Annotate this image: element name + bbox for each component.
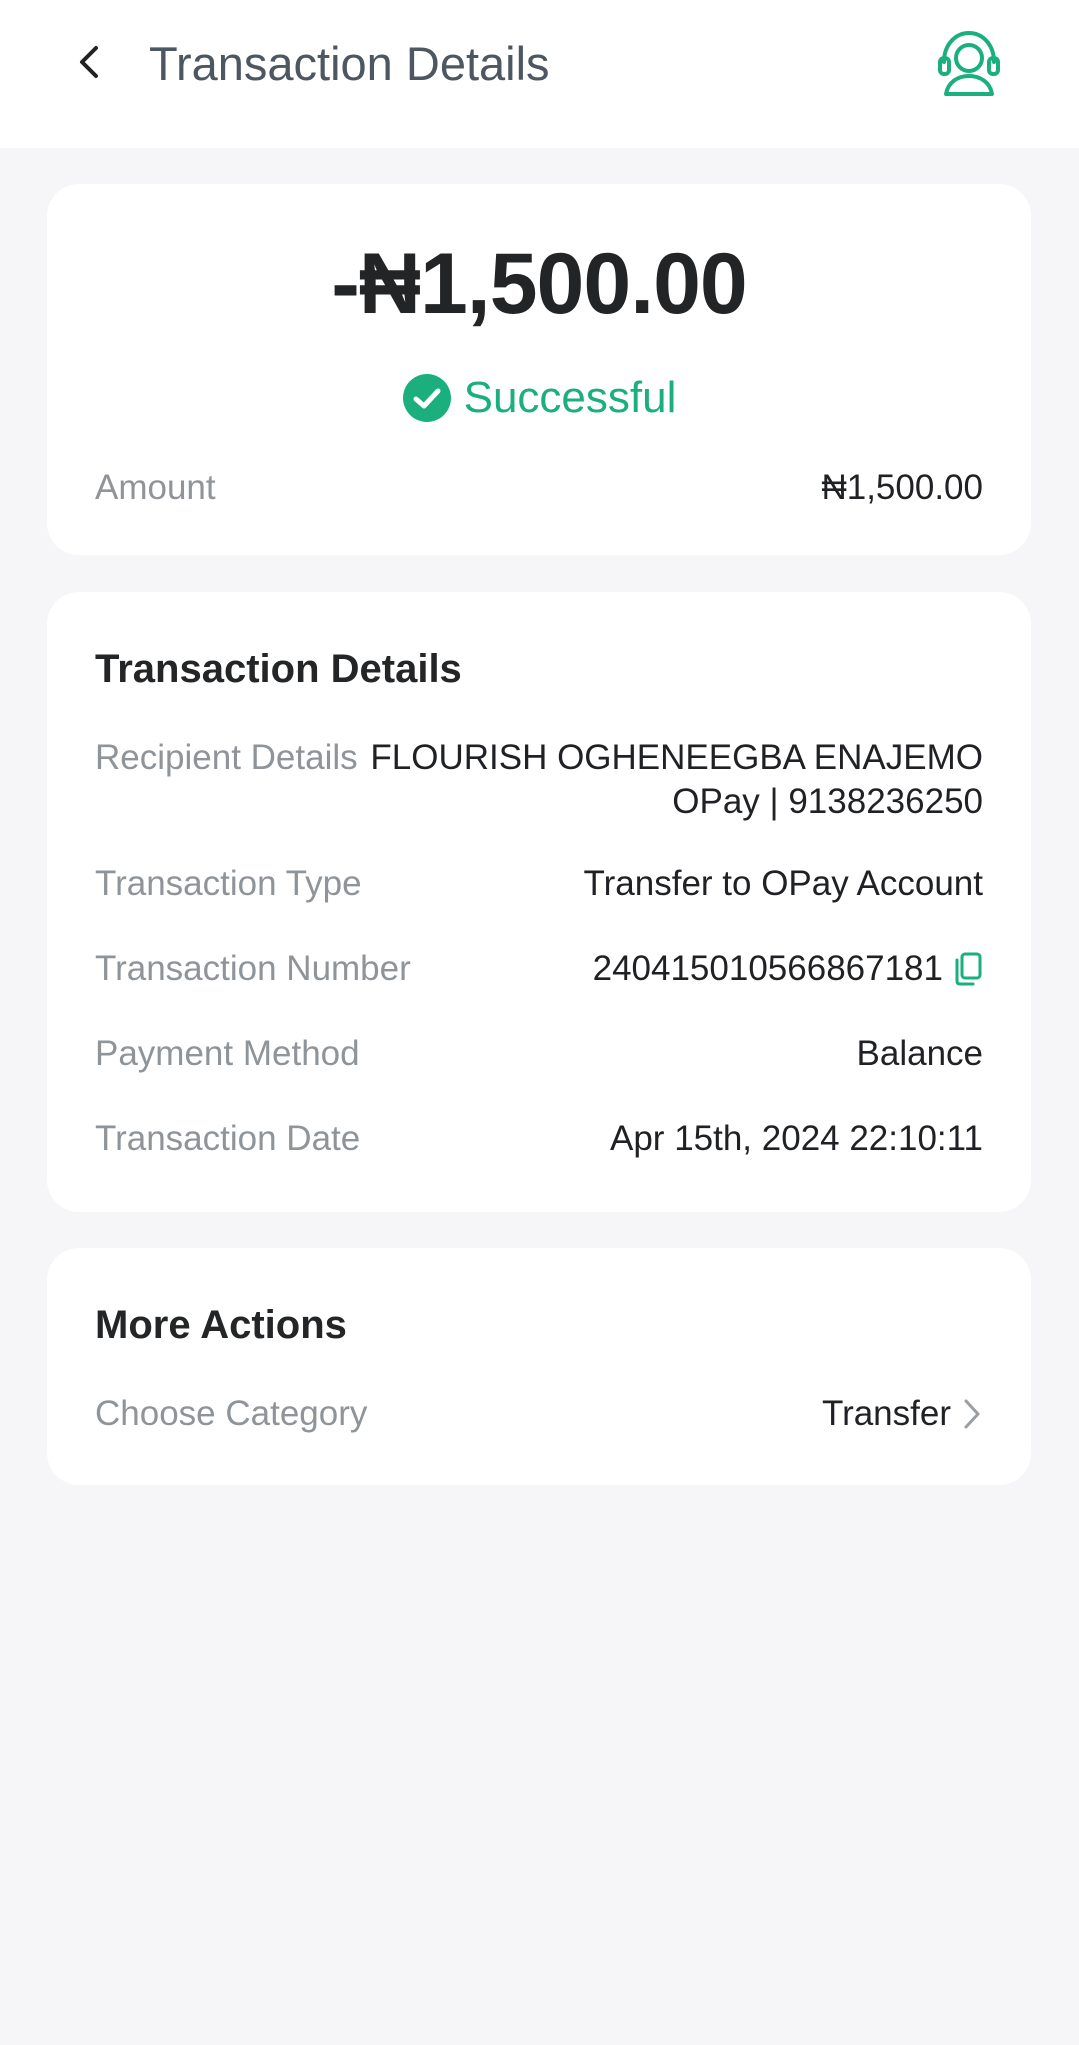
details-card: Transaction Details Recipient Details FL… (47, 592, 1031, 1212)
check-circle-icon (402, 374, 451, 422)
page-title: Transaction Details (149, 37, 550, 90)
recipient-label: Recipient Details (95, 738, 358, 777)
number-label: Transaction Number (95, 949, 411, 988)
copy-icon[interactable] (953, 952, 983, 986)
summary-card: -₦1,500.00 Successful Amount ₦1,500.00 (47, 184, 1031, 555)
transaction-amount: -₦1,500.00 (331, 236, 748, 332)
method-value: Balance (856, 1034, 983, 1073)
amount-value: ₦1,500.00 (821, 468, 983, 507)
amount-row: Amount ₦1,500.00 (95, 466, 983, 510)
amount-label: Amount (95, 468, 216, 507)
type-label: Transaction Type (95, 864, 362, 903)
date-value: Apr 15th, 2024 22:10:11 (610, 1119, 983, 1158)
category-label: Choose Category (95, 1394, 368, 1433)
recipient-account: OPay | 9138236250 (672, 782, 983, 821)
status-row: Successful (47, 370, 1031, 426)
method-label: Payment Method (95, 1034, 360, 1073)
recipient-row: Recipient Details FLOURISH OGHENEEGBA EN… (95, 736, 983, 824)
choose-category-row[interactable]: Choose Category Transfer (95, 1392, 983, 1436)
headset-support-icon (938, 30, 1000, 96)
recipient-value: FLOURISH OGHENEEGBA ENAJEMO OPay | 91382… (370, 736, 983, 824)
status-text: Successful (463, 373, 677, 422)
number-row: Transaction Number 240415010566867181 (95, 947, 983, 991)
more-actions-card: More Actions Choose Category Transfer (47, 1248, 1031, 1485)
chevron-left-icon (80, 46, 98, 78)
app-header: Transaction Details (0, 0, 1079, 148)
number-value-group: 240415010566867181 (593, 947, 983, 991)
customer-support-button[interactable] (934, 28, 1004, 98)
method-row: Payment Method Balance (95, 1032, 983, 1076)
date-row: Transaction Date Apr 15th, 2024 22:10:11 (95, 1117, 983, 1161)
chevron-right-icon (964, 1399, 980, 1429)
details-title: Transaction Details (95, 647, 462, 691)
recipient-name: FLOURISH OGHENEEGBA ENAJEMO (370, 738, 983, 777)
type-value: Transfer to OPay Account (583, 864, 983, 903)
category-value: Transfer (821, 1394, 951, 1433)
date-label: Transaction Date (95, 1119, 361, 1158)
category-value-group: Transfer (822, 1392, 983, 1436)
number-value: 240415010566867181 (592, 949, 943, 988)
type-row: Transaction Type Transfer to OPay Accoun… (95, 862, 983, 906)
back-button[interactable] (68, 40, 112, 84)
more-actions-title: More Actions (95, 1303, 347, 1347)
